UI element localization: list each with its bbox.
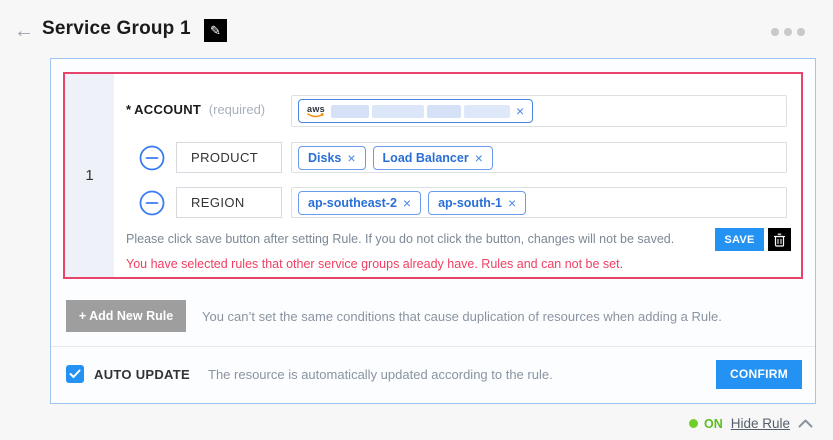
close-icon[interactable]: × [403,196,411,210]
chip-label: Load Balancer [383,151,469,165]
rule-number: 1 [65,74,114,277]
check-icon [69,369,81,379]
rule-panel: 1 *ACCOUNT (required) aws × [50,58,816,404]
chevron-up-icon[interactable] [798,419,813,428]
delete-rule-button[interactable] [768,228,791,251]
required-hint: (required) [209,102,265,117]
more-dot-icon [797,28,805,36]
edit-title-button[interactable]: ✎ [204,19,227,42]
account-chip[interactable]: aws × [298,99,533,123]
rule-box: 1 *ACCOUNT (required) aws × [63,72,803,279]
redacted-account-name [331,105,510,118]
add-rule-row: + Add New Rule You can’t set the same co… [66,300,802,332]
aws-smile-icon [307,113,325,118]
save-note: Please click save button after setting R… [126,232,674,246]
back-arrow-icon[interactable]: ← [14,20,34,42]
more-menu-button[interactable] [771,28,805,36]
trash-icon [773,233,786,247]
more-dot-icon [784,28,792,36]
minus-circle-icon [139,145,165,171]
auto-update-checkbox[interactable] [66,365,84,383]
page-title: Service Group 1 [42,18,191,40]
region-chip[interactable]: ap-southeast-2 × [298,191,421,215]
add-new-rule-button[interactable]: + Add New Rule [66,300,186,332]
region-chip[interactable]: ap-south-1 × [428,191,526,215]
account-field[interactable]: aws × [291,95,787,127]
remove-product-row-button[interactable] [139,145,165,171]
condition-type-region[interactable]: REGION [176,187,282,218]
close-icon[interactable]: × [516,104,524,118]
chip-label: Disks [308,151,341,165]
minus-circle-icon [139,190,165,216]
pencil-icon: ✎ [210,23,221,39]
auto-update-label: AUTO UPDATE [94,367,190,382]
duplicate-rule-warning: You have selected rules that other servi… [126,257,623,271]
condition-type-product[interactable]: PRODUCT [176,142,282,173]
close-icon[interactable]: × [347,151,355,165]
footer-status: ON Hide Rule [689,416,813,431]
product-chip[interactable]: Load Balancer × [373,146,493,170]
status-on-label: ON [704,417,723,431]
remove-region-row-button[interactable] [139,190,165,216]
aws-logo: aws [307,105,325,118]
hide-rule-link[interactable]: Hide Rule [731,416,790,431]
close-icon[interactable]: × [475,151,483,165]
add-rule-note: You can’t set the same conditions that c… [202,309,722,324]
region-field[interactable]: ap-southeast-2 × ap-south-1 × [291,187,787,218]
account-label-text: ACCOUNT [134,102,201,117]
close-icon[interactable]: × [508,196,516,210]
chip-label: ap-southeast-2 [308,196,397,210]
save-button[interactable]: SAVE [715,228,764,251]
product-field[interactable]: Disks × Load Balancer × [291,142,787,173]
required-asterisk: * [126,102,131,117]
divider [51,346,815,347]
aws-logo-text: aws [307,105,325,113]
product-chip[interactable]: Disks × [298,146,366,170]
auto-update-row: AUTO UPDATE The resource is automaticall… [66,359,802,389]
chip-label: ap-south-1 [438,196,502,210]
status-on-dot-icon [689,419,698,428]
account-label: *ACCOUNT (required) [126,102,265,117]
page-header: ← Service Group 1 ✎ [0,0,833,56]
confirm-button[interactable]: CONFIRM [716,360,802,389]
auto-update-note: The resource is automatically updated ac… [208,367,553,382]
more-dot-icon [771,28,779,36]
